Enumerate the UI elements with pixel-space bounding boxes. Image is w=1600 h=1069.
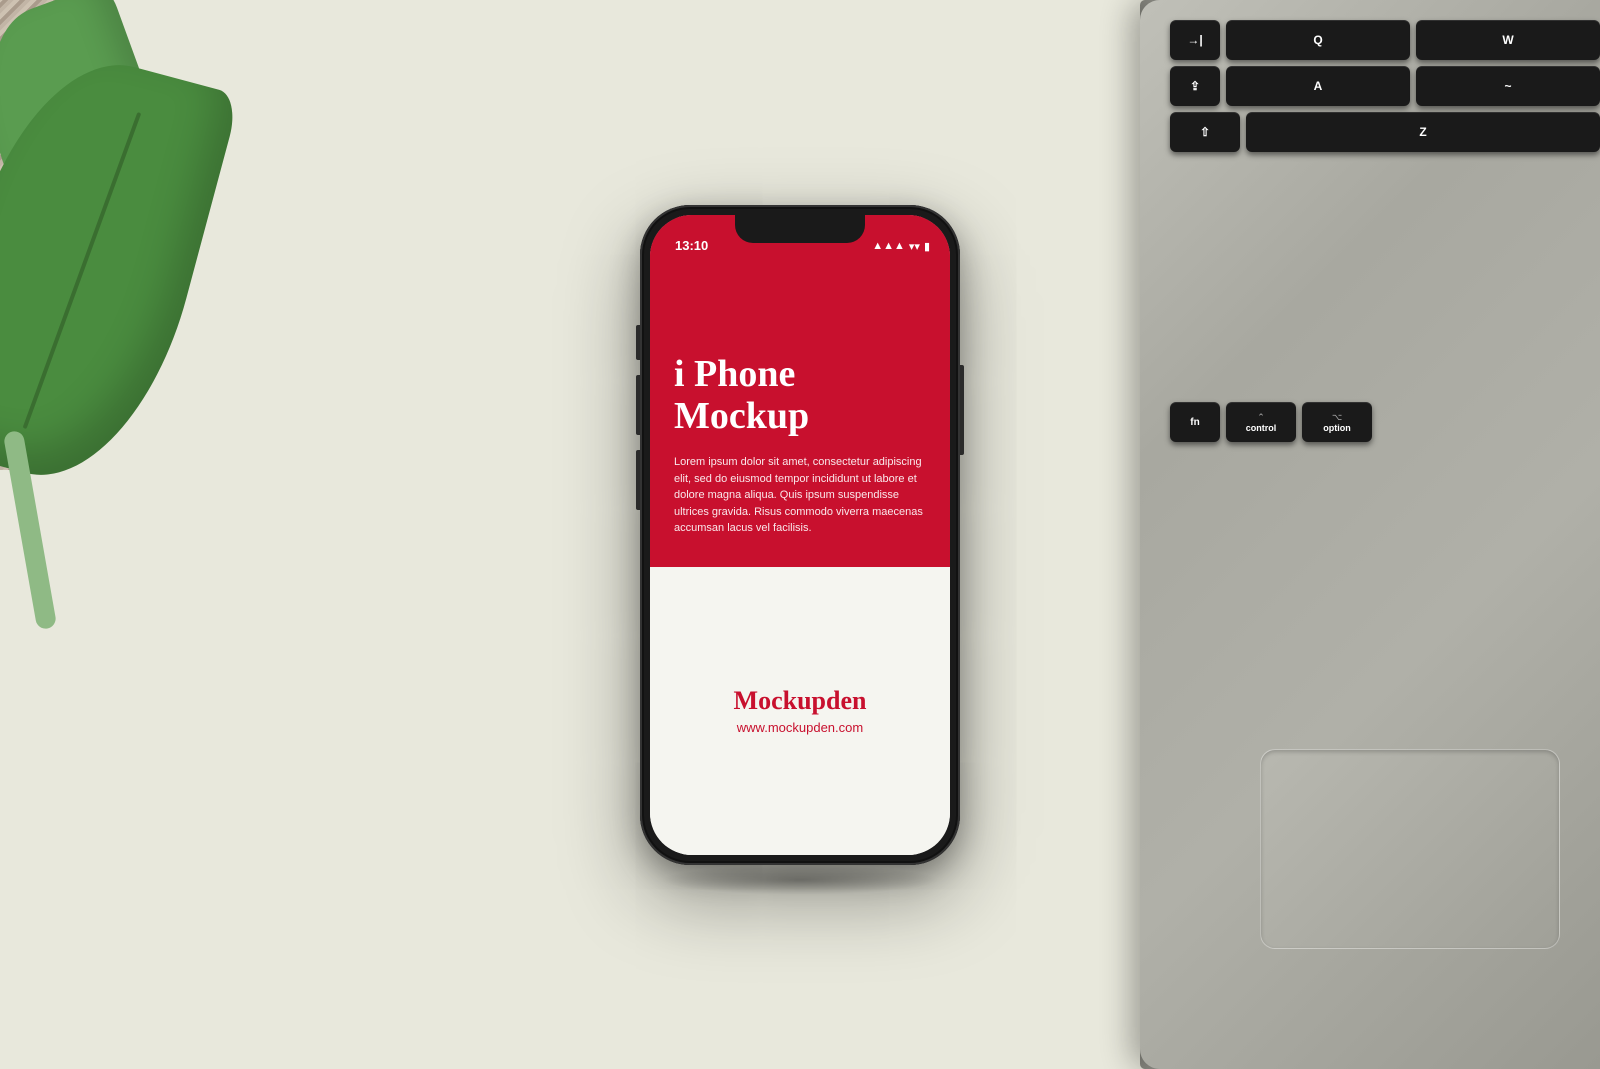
brand-url: www.mockupden.com <box>737 720 863 735</box>
screen-headline: i Phone Mockup <box>674 354 926 438</box>
wifi-icon: ▾▾ <box>909 240 920 253</box>
keyboard-row-1: →| Q W <box>1150 20 1600 60</box>
iphone-wrapper: 13:10 ▲▲▲ ▾▾ ▮ i Phone Mockup Lorem ipsu… <box>640 205 960 865</box>
key-w[interactable]: W <box>1416 20 1600 60</box>
screen-title-line1: i Phone <box>674 353 795 395</box>
iphone-power-button[interactable] <box>960 365 964 455</box>
key-tilde[interactable]: ~ <box>1416 66 1600 106</box>
battery-icon: ▮ <box>924 240 930 253</box>
iphone-volume-up-button[interactable] <box>636 375 640 435</box>
iphone-device: 13:10 ▲▲▲ ▾▾ ▮ i Phone Mockup Lorem ipsu… <box>640 205 960 865</box>
key-z[interactable]: Z <box>1246 112 1600 152</box>
key-tab[interactable]: →| <box>1170 20 1220 60</box>
screen-body-text: Lorem ipsum dolor sit amet, consectetur … <box>674 454 926 537</box>
iphone-mute-button[interactable] <box>636 325 640 360</box>
keyboard-row-2: ⇪ A ~ <box>1150 66 1600 106</box>
key-control[interactable]: ⌃ control <box>1226 402 1296 442</box>
keyboard-row-3: ⇧ Z <box>1150 112 1600 152</box>
screen-bottom-section: Mockupden www.mockupden.com <box>650 567 950 855</box>
trackpad[interactable] <box>1260 749 1560 949</box>
key-shift-left[interactable]: ⇧ <box>1170 112 1240 152</box>
laptop: →| Q W ⇪ A ~ <box>1120 0 1600 1069</box>
key-caps[interactable]: ⇪ <box>1170 66 1220 106</box>
screen-title-line2: Mockup <box>674 395 809 437</box>
key-a[interactable]: A <box>1226 66 1410 106</box>
iphone-screen: 13:10 ▲▲▲ ▾▾ ▮ i Phone Mockup Lorem ipsu… <box>650 215 950 855</box>
keyboard-area: →| Q W ⇪ A ~ <box>1150 20 1600 520</box>
key-q[interactable]: Q <box>1226 20 1410 60</box>
status-icons: ▲▲▲ ▾▾ ▮ <box>872 240 930 253</box>
brand-name: Mockupden <box>734 686 867 716</box>
iphone-shadow <box>660 865 940 895</box>
signal-icon: ▲▲▲ <box>872 240 905 252</box>
iphone-notch <box>735 215 865 243</box>
key-fn[interactable]: fn <box>1170 402 1220 442</box>
iphone-volume-down-button[interactable] <box>636 450 640 510</box>
screen-top-section: i Phone Mockup Lorem ipsum dolor sit ame… <box>650 215 950 567</box>
key-option[interactable]: ⌥ option <box>1302 402 1372 442</box>
laptop-body: →| Q W ⇪ A ~ <box>1140 0 1600 1069</box>
keyboard-row-bottom: fn ⌃ control ⌥ option <box>1150 402 1600 442</box>
plant-decoration <box>0 0 260 630</box>
